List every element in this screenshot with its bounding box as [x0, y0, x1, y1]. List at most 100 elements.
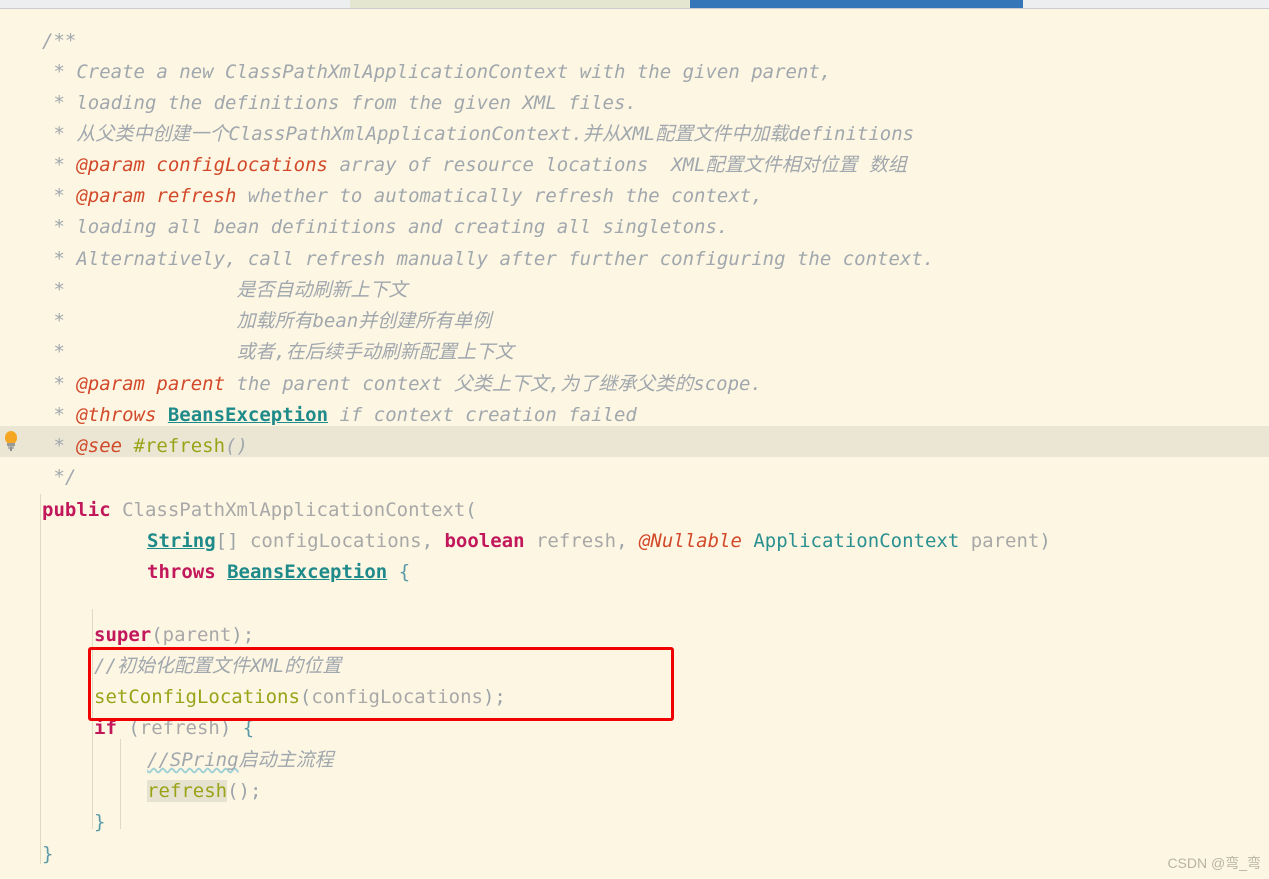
csdn-watermark: CSDN @弯_弯 — [1167, 855, 1261, 871]
code-token: @Nullable — [638, 530, 742, 552]
code-token: * 或者,在后续手动刷新配置上下文 — [42, 341, 514, 363]
code-line[interactable]: super(parent); — [0, 620, 254, 651]
topbar-segment-inactive-left — [0, 0, 350, 8]
topbar-segment-active-tab[interactable] — [690, 0, 1023, 8]
code-token: refresh — [535, 530, 617, 552]
code-token: //初始化配置文件XML的位置 — [94, 655, 342, 677]
code-token: @param parent — [76, 373, 226, 395]
code-line[interactable]: * @param parent the parent context 父类上下文… — [0, 369, 762, 400]
code-editor[interactable]: /** * Create a new ClassPathXmlApplicati… — [0, 9, 1269, 879]
code-token: BeansException — [167, 404, 329, 426]
code-token: * Create a new ClassPathXmlApplicationCo… — [42, 61, 832, 83]
code-token: * — [42, 185, 77, 207]
code-token: throws — [147, 561, 216, 583]
code-line[interactable]: * 从父类中创建一个ClassPathXmlApplicationContext… — [0, 119, 914, 150]
code-token: ( — [116, 717, 140, 739]
code-line[interactable]: public ClassPathXmlApplicationContext( — [0, 495, 477, 526]
topbar-segment-tab-background — [350, 0, 690, 8]
code-line[interactable]: * @param configLocations array of resour… — [0, 150, 907, 181]
code-token: ); — [482, 686, 506, 708]
code-token: * 加载所有bean并创建所有单例 — [42, 310, 492, 332]
code-token: ( — [465, 499, 477, 521]
code-token: * loading the definitions from the given… — [42, 92, 637, 114]
code-line[interactable]: refresh(); — [0, 776, 261, 807]
code-token: BeansException — [227, 561, 388, 583]
code-token: , — [421, 530, 445, 552]
code-token: refresh — [139, 717, 220, 739]
code-token: ClassPathXmlApplicationContext — [122, 499, 466, 521]
code-line[interactable]: * @param refresh whether to automaticall… — [0, 181, 763, 212]
code-token: } — [42, 843, 54, 865]
code-line[interactable]: * Alternatively, call refresh manually a… — [0, 244, 934, 275]
code-token: public — [42, 499, 111, 521]
code-token: /** — [42, 30, 77, 52]
code-token: * 从父类中创建一个ClassPathXmlApplicationContext… — [42, 123, 915, 145]
code-line[interactable]: } — [0, 807, 105, 838]
code-token: * — [42, 435, 77, 457]
code-line[interactable]: //SPring启动主流程 — [0, 745, 334, 776]
code-token: , — [616, 530, 639, 552]
code-line[interactable]: setConfigLocations(configLocations); — [0, 682, 506, 713]
code-line[interactable]: throws BeansException { — [0, 557, 410, 588]
code-token: * — [42, 404, 77, 426]
code-token: * — [42, 154, 77, 176]
code-token: @param configLocations — [76, 154, 328, 176]
code-token: (); — [227, 780, 262, 802]
code-token: ) — [1039, 530, 1051, 552]
top-tab-strip — [0, 0, 1269, 8]
code-token: } — [94, 811, 106, 833]
code-line[interactable]: * @see #refresh() — [0, 431, 248, 462]
code-line[interactable]: /** — [0, 26, 76, 57]
code-token: 启动主流程 — [238, 749, 334, 771]
code-token: @param refresh — [76, 185, 237, 207]
code-line[interactable]: //初始化配置文件XML的位置 — [0, 651, 341, 682]
code-token: { — [242, 717, 255, 739]
code-line[interactable]: * 加载所有bean并创建所有单例 — [0, 306, 491, 337]
code-token: ); — [231, 624, 255, 646]
code-line[interactable]: * loading the definitions from the given… — [0, 88, 637, 119]
code-token: whether to automatically refresh the con… — [236, 185, 763, 207]
code-token: * 是否自动刷新上下文 — [42, 279, 408, 301]
code-token: * loading all bean definitions and creat… — [42, 216, 729, 238]
code-line[interactable]: if (refresh) { — [0, 713, 254, 744]
code-token: @see — [76, 435, 123, 457]
code-line[interactable]: * 或者,在后续手动刷新配置上下文 — [0, 337, 514, 368]
code-token: array of resource locations XML配置文件相对位置 … — [328, 154, 907, 176]
code-token: @throws — [76, 404, 157, 426]
code-line[interactable]: */ — [0, 462, 76, 493]
topbar-segment-inactive-right — [1023, 0, 1269, 8]
code-token: String — [147, 530, 216, 552]
code-token: #refresh — [133, 435, 226, 457]
code-token: { — [398, 561, 411, 583]
code-token: () — [225, 435, 248, 457]
code-token: */ — [42, 466, 77, 488]
code-token: refresh — [147, 780, 228, 802]
code-token: ApplicationContext — [753, 530, 960, 552]
code-token: * Alternatively, call refresh manually a… — [42, 248, 935, 270]
code-line[interactable]: } — [0, 839, 53, 870]
code-token: if context creation failed — [328, 404, 637, 426]
code-token: super — [94, 624, 152, 646]
code-token: if — [94, 717, 117, 739]
code-token: ( — [151, 624, 163, 646]
code-token: ) — [219, 717, 243, 739]
code-token: the parent context 父类上下文,为了继承父类的scope. — [225, 373, 762, 395]
code-token: ( — [299, 686, 312, 708]
code-line[interactable]: * 是否自动刷新上下文 — [0, 275, 407, 306]
code-token: parent — [970, 530, 1040, 552]
code-token: parent — [162, 624, 232, 646]
code-line[interactable]: * @throws BeansException if context crea… — [0, 400, 637, 431]
code-line[interactable]: * loading all bean definitions and creat… — [0, 212, 728, 243]
code-token: * — [42, 373, 77, 395]
code-token: [] — [215, 530, 250, 552]
code-line[interactable]: * Create a new ClassPathXmlApplicationCo… — [0, 57, 831, 88]
code-line[interactable]: String[] configLocations, boolean refres… — [0, 526, 1051, 557]
code-token: //SPring — [147, 749, 239, 771]
